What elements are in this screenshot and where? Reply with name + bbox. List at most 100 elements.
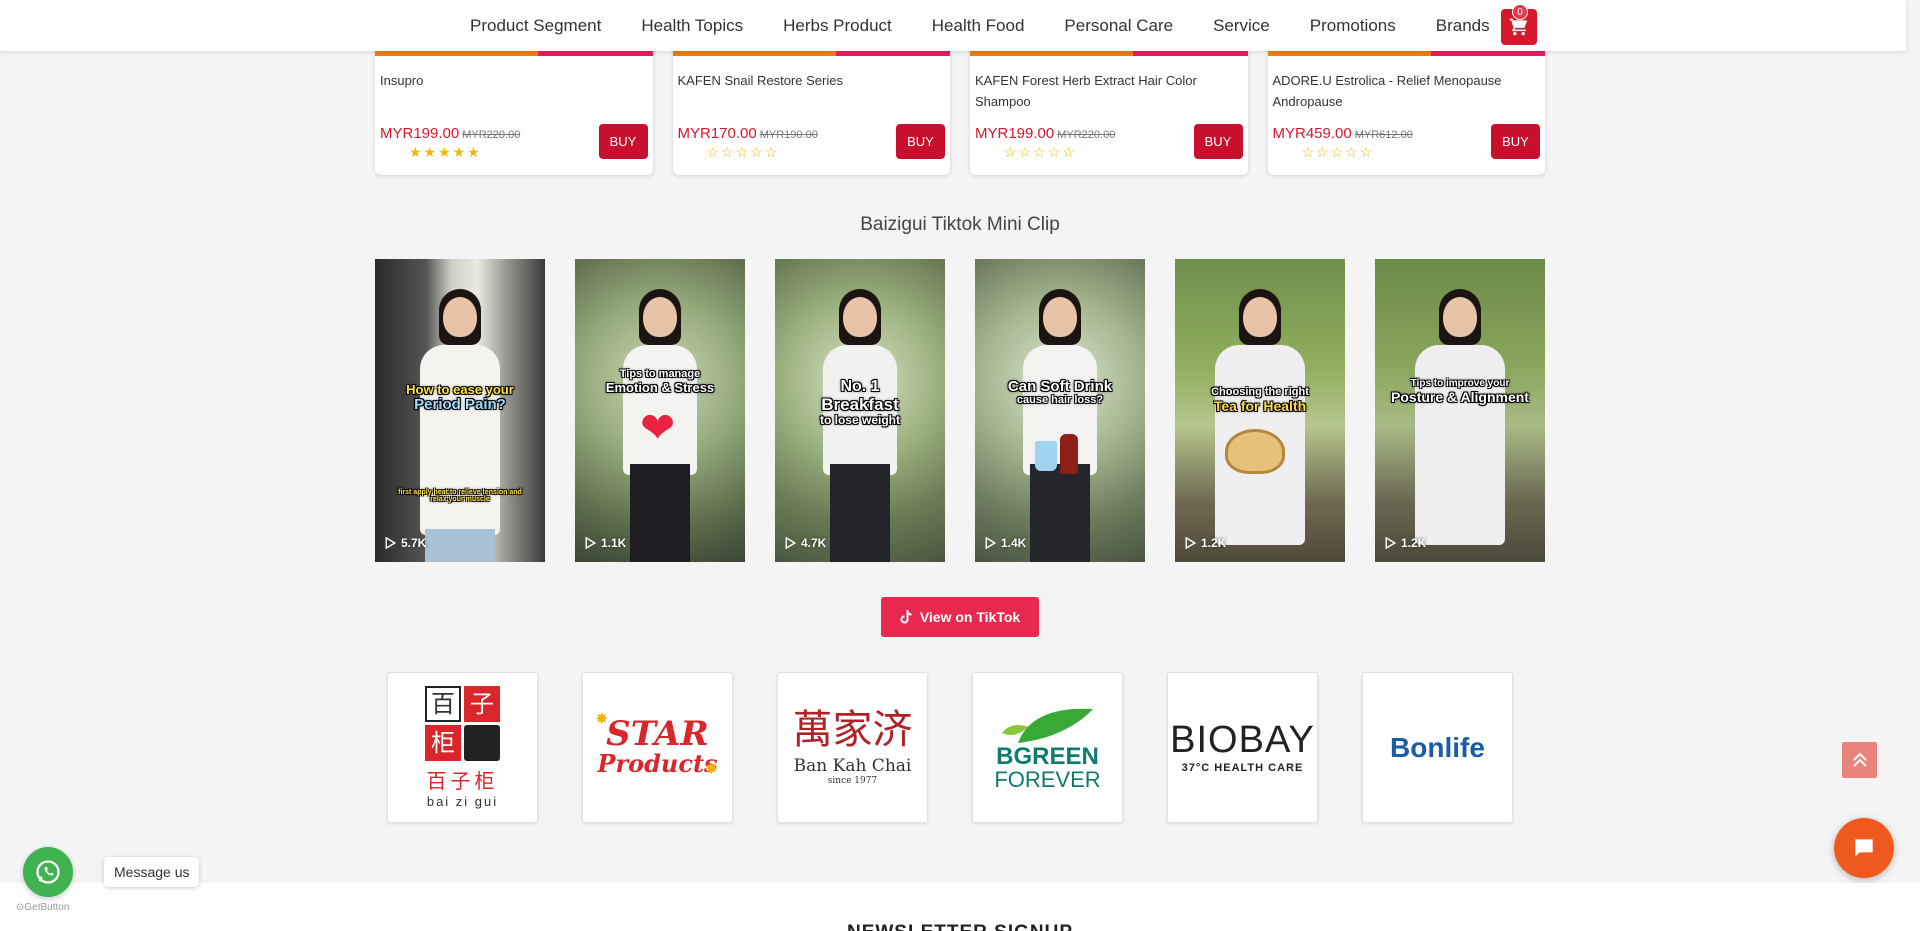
- brand-sub: Ban Kah Chai: [793, 755, 912, 776]
- brand-logo-ban-kah-chai[interactable]: 萬家济 Ban Kah Chai since 1977: [777, 672, 928, 823]
- view-on-tiktok-label: View on TikTok: [919, 609, 1021, 625]
- play-icon: [985, 537, 996, 549]
- whatsapp-button[interactable]: [23, 847, 73, 897]
- brand-logos: 百 子 柜 百子柜 bai zi gui STAR Products ✸ ✸ 萬…: [387, 672, 1513, 823]
- product-name[interactable]: KAFEN Forest Herb Extract Hair Color Sha…: [970, 56, 1248, 126]
- top-navigation: Product Segment Health Topics Herbs Prod…: [0, 0, 1906, 51]
- clip-views: 5.7K: [385, 536, 426, 550]
- tiktok-clip[interactable]: No. 1 Breakfast to lose weight 4.7K: [775, 259, 945, 562]
- chat-button[interactable]: [1834, 818, 1894, 878]
- nav-item-brands[interactable]: Brands: [1416, 16, 1510, 36]
- play-icon: [585, 537, 596, 549]
- product-name[interactable]: Insupro: [375, 56, 653, 126]
- clip-subcaption: first apply heat to relieve tension and …: [398, 489, 522, 504]
- brand-logo-baizigui[interactable]: 百 子 柜 百子柜 bai zi gui: [387, 672, 538, 823]
- nav-item-herbs-product[interactable]: Herbs Product: [763, 16, 912, 36]
- double-chevron-up-icon: [1852, 752, 1867, 767]
- tiktok-clip[interactable]: How to ease your Period Pain? first appl…: [375, 259, 545, 562]
- product-price: MYR199.00 MYR220.00: [975, 125, 1116, 142]
- newsletter-title: NEWSLETTER SIGNUP: [0, 922, 1920, 931]
- buy-button[interactable]: BUY: [1491, 124, 1540, 159]
- nav-item-product-segment[interactable]: Product Segment: [450, 16, 621, 36]
- buy-button[interactable]: BUY: [1193, 124, 1243, 159]
- buy-button[interactable]: BUY: [896, 124, 945, 159]
- tiktok-section-title: Baizigui Tiktok Mini Clip: [860, 214, 1060, 235]
- tiktok-icon: [900, 610, 912, 624]
- whatsapp-message-label[interactable]: Message us: [104, 857, 200, 887]
- brand-name: 百子柜: [426, 769, 499, 793]
- product-price: MYR459.00 MYR612.00: [1272, 125, 1413, 142]
- product-old-price: MYR220.00: [1057, 129, 1116, 141]
- product-name[interactable]: ADORE.U Estrolica - Relief Menopause And…: [1268, 56, 1546, 126]
- product-card[interactable]: Insupro MYR199.00 MYR220.00 ★★★★★ BUY: [375, 40, 653, 175]
- tiktok-clip-grid: How to ease your Period Pain? first appl…: [375, 259, 1545, 562]
- heart-icon: ❤: [640, 404, 676, 451]
- tiktok-clip[interactable]: Choosing the right Tea for Health 1.2K: [1175, 259, 1345, 562]
- cart-count-badge: 0: [1512, 4, 1528, 20]
- product-card[interactable]: ADORE.U Estrolica - Relief Menopause And…: [1267, 40, 1546, 175]
- whatsapp-icon: [36, 860, 60, 884]
- play-icon: [385, 537, 396, 549]
- clip-views: 4.7K: [785, 536, 826, 550]
- star-icon: ✸: [595, 711, 609, 728]
- nav-menu: Product Segment Health Topics Herbs Prod…: [450, 0, 1510, 51]
- brand-sub: Products: [597, 749, 718, 779]
- clip-views: 1.1K: [585, 536, 626, 550]
- chat-bubble-icon: [1855, 839, 1873, 857]
- brand-logo-biobay[interactable]: BIOBAY 37°C HEALTH CARE: [1167, 672, 1318, 823]
- tiktok-clip[interactable]: Tips to improve your Posture & Alignment…: [1375, 259, 1545, 562]
- clip-views: 1.2K: [1385, 536, 1426, 550]
- rating-stars: ☆☆☆☆☆: [1004, 144, 1077, 160]
- rating-stars: ☆☆☆☆☆: [1301, 144, 1375, 160]
- nav-item-health-topics[interactable]: Health Topics: [621, 16, 763, 36]
- nav-item-health-food[interactable]: Health Food: [912, 16, 1045, 36]
- clip-caption: Choosing the right Tea for Health: [1211, 386, 1309, 414]
- brand-sub: bai zi gui: [426, 794, 499, 809]
- clip-caption: Can Soft Drink cause hair loss?: [1007, 378, 1113, 406]
- product-card[interactable]: KAFEN Snail Restore Series MYR170.00 MYR1…: [672, 40, 951, 175]
- product-price: MYR199.00 MYR220.00: [380, 125, 521, 142]
- clip-views: 1.4K: [985, 536, 1026, 550]
- brand-name: BIOBAY: [1170, 719, 1315, 761]
- clip-views: 1.2K: [1185, 536, 1226, 550]
- product-price: MYR170.00 MYR190.00: [677, 125, 818, 142]
- clip-caption: Tips to improve your Posture & Alignment: [1391, 378, 1529, 405]
- brand-logo-star-products[interactable]: STAR Products ✸ ✸: [582, 672, 733, 823]
- view-on-tiktok-button[interactable]: View on TikTok: [881, 597, 1039, 637]
- brand-since: since 1977: [827, 775, 878, 786]
- play-icon: [785, 537, 796, 549]
- clip-caption: No. 1 Breakfast to lose weight: [819, 378, 900, 427]
- leaf-icon: [1001, 708, 1093, 743]
- star-icon: ✸: [704, 761, 718, 778]
- brand-sub: FOREVER: [994, 766, 1101, 792]
- rating-stars: ★★★★★: [409, 144, 482, 160]
- play-icon: [1385, 537, 1396, 549]
- tiktok-clip[interactable]: Can Soft Drink cause hair loss? 1.4K: [975, 259, 1145, 562]
- scroll-to-top-button[interactable]: [1842, 742, 1877, 778]
- clip-caption: Tips to manage Emotion & Stress: [605, 368, 715, 395]
- product-old-price: MYR190.00: [759, 129, 818, 141]
- buy-button[interactable]: BUY: [598, 124, 648, 159]
- brand-logo-bonlife[interactable]: Bonlife: [1362, 672, 1513, 823]
- teapot-icon: [1225, 429, 1285, 474]
- brand-logo-bgreen-forever[interactable]: BGREEN FOREVER: [972, 672, 1123, 823]
- brand-name: BGREEN: [996, 742, 1099, 770]
- soft-drink-icon: [1060, 434, 1078, 474]
- product-card[interactable]: KAFEN Forest Herb Extract Hair Color Sha…: [970, 40, 1248, 175]
- tiktok-clip[interactable]: Tips to manage Emotion & Stress ❤ 1.1K: [575, 259, 745, 562]
- getbutton-credit[interactable]: ⊙GetButton: [16, 902, 69, 913]
- brand-name: 萬家济: [792, 706, 913, 753]
- play-icon: [1185, 537, 1196, 549]
- product-name[interactable]: KAFEN Snail Restore Series: [673, 56, 951, 126]
- product-old-price: MYR220.00: [462, 129, 521, 141]
- nav-item-service[interactable]: Service: [1193, 16, 1290, 36]
- nav-item-promotions[interactable]: Promotions: [1290, 16, 1416, 36]
- brand-name: STAR: [606, 714, 709, 755]
- nav-item-personal-care[interactable]: Personal Care: [1044, 16, 1193, 36]
- brand-sub: 37°C HEALTH CARE: [1181, 762, 1304, 774]
- product-row: Insupro MYR199.00 MYR220.00 ★★★★★ BUY KAF…: [375, 40, 1545, 175]
- cart-icon: [1509, 18, 1528, 36]
- clip-caption: How to ease your Period Pain?: [406, 382, 514, 413]
- rating-stars: ☆☆☆☆☆: [706, 144, 780, 160]
- cup-icon: [1035, 441, 1057, 471]
